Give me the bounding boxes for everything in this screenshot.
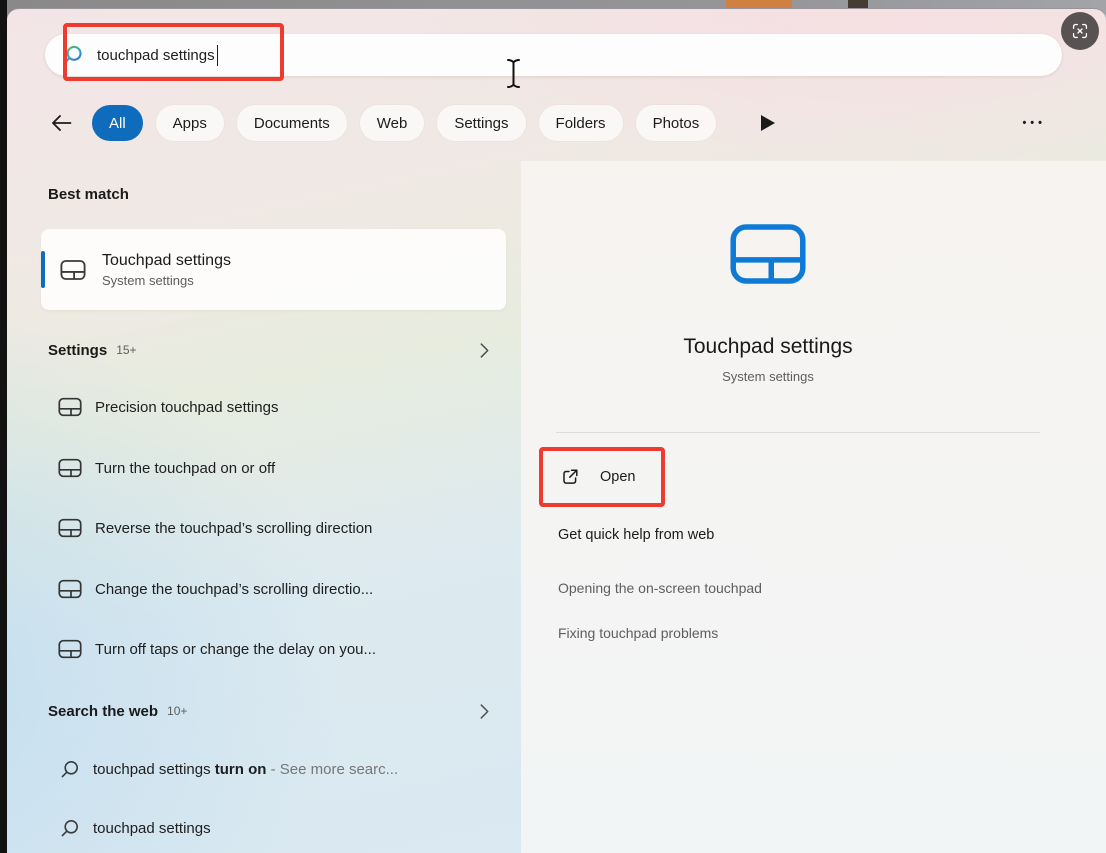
result-subtitle: System settings — [102, 273, 231, 288]
help-link[interactable]: Opening the on-screen touchpad — [558, 580, 762, 596]
suggestion-label: touchpad settings turn on - See more sea… — [93, 761, 398, 778]
section-count: 15+ — [116, 343, 136, 357]
chevron-right-icon — [480, 343, 489, 358]
settings-result[interactable]: Precision touchpad settings — [41, 384, 511, 430]
tab-apps[interactable]: Apps — [156, 105, 224, 141]
back-arrow-icon — [49, 111, 73, 135]
screen-capture-icon — [1069, 20, 1091, 42]
section-count: 10+ — [167, 704, 187, 718]
touchpad-icon — [58, 639, 82, 659]
touchpad-icon — [58, 458, 82, 478]
screen-capture-button[interactable] — [1061, 12, 1099, 50]
settings-section-header: Settings 15+ — [48, 340, 489, 360]
web-section-header: Search the web 10+ — [48, 701, 489, 721]
result-label: Turn the touchpad on or off — [95, 460, 275, 477]
search-query-text: touchpad settings — [97, 47, 215, 64]
chevron-right-icon — [480, 704, 489, 719]
help-link[interactable]: Fixing touchpad problems — [558, 625, 718, 641]
windows-search-window: touchpad settings All Apps Documents Web… — [7, 8, 1106, 853]
external-link-icon — [560, 467, 580, 487]
magnifier-icon — [60, 759, 80, 779]
result-label: Precision touchpad settings — [95, 399, 278, 416]
touchpad-icon — [60, 259, 86, 281]
tab-settings[interactable]: Settings — [437, 105, 525, 141]
preview-subtitle: System settings — [521, 369, 1015, 384]
section-title: Search the web — [48, 703, 158, 720]
preview-title: Touchpad settings — [521, 335, 1015, 359]
result-title: Touchpad settings — [102, 252, 231, 270]
divider — [556, 432, 1040, 433]
screen: touchpad settings All Apps Documents Web… — [0, 0, 1106, 853]
search-input[interactable]: touchpad settings — [45, 34, 1062, 76]
tab-all[interactable]: All — [92, 105, 143, 141]
ibeam-cursor — [504, 57, 523, 90]
settings-result[interactable]: Change the touchpad’s scrolling directio… — [41, 566, 511, 612]
best-match-header: Best match — [48, 186, 129, 203]
more-tabs-icon[interactable] — [761, 115, 775, 131]
tab-photos[interactable]: Photos — [636, 105, 717, 141]
touchpad-preview-icon — [729, 221, 807, 287]
result-label: Reverse the touchpad’s scrolling directi… — [95, 520, 372, 537]
touchpad-icon — [58, 397, 82, 417]
back-button[interactable] — [45, 107, 77, 139]
expand-settings-button[interactable] — [480, 343, 489, 358]
magnifier-icon — [60, 818, 80, 838]
settings-result[interactable]: Reverse the touchpad’s scrolling directi… — [41, 505, 511, 551]
tab-web[interactable]: Web — [360, 105, 425, 141]
expand-web-button[interactable] — [480, 704, 489, 719]
desktop-left-edge — [0, 0, 7, 853]
section-title: Settings — [48, 342, 107, 359]
suggestion-label: touchpad settings — [93, 820, 211, 837]
preview-panel: Touchpad settings System settings Open G… — [521, 161, 1106, 853]
text-caret — [217, 45, 219, 66]
search-icon — [62, 44, 84, 66]
touchpad-icon — [58, 518, 82, 538]
more-options-button[interactable]: ••• — [1022, 117, 1046, 129]
settings-result[interactable]: Turn the touchpad on or off — [41, 445, 511, 491]
quick-help-label: Get quick help from web — [558, 527, 714, 543]
filter-tabs: All Apps Documents Web Settings Folders … — [45, 104, 1058, 142]
web-suggestion[interactable]: touchpad settings turn on - See more sea… — [41, 746, 511, 792]
settings-result[interactable]: Turn off taps or change the delay on you… — [41, 626, 511, 672]
tab-documents[interactable]: Documents — [237, 105, 347, 141]
desktop-wallpaper-sliver — [726, 0, 792, 8]
tab-folders[interactable]: Folders — [539, 105, 623, 141]
best-match-result[interactable]: Touchpad settings System settings — [41, 229, 506, 310]
open-button[interactable]: Open — [560, 457, 635, 497]
web-suggestion[interactable]: touchpad settings — [41, 805, 511, 851]
desktop-wallpaper-sliver — [848, 0, 868, 8]
touchpad-icon — [58, 579, 82, 599]
open-label: Open — [600, 469, 635, 485]
result-label: Turn off taps or change the delay on you… — [95, 641, 376, 658]
result-label: Change the touchpad’s scrolling directio… — [95, 581, 373, 598]
selection-indicator — [41, 251, 45, 288]
